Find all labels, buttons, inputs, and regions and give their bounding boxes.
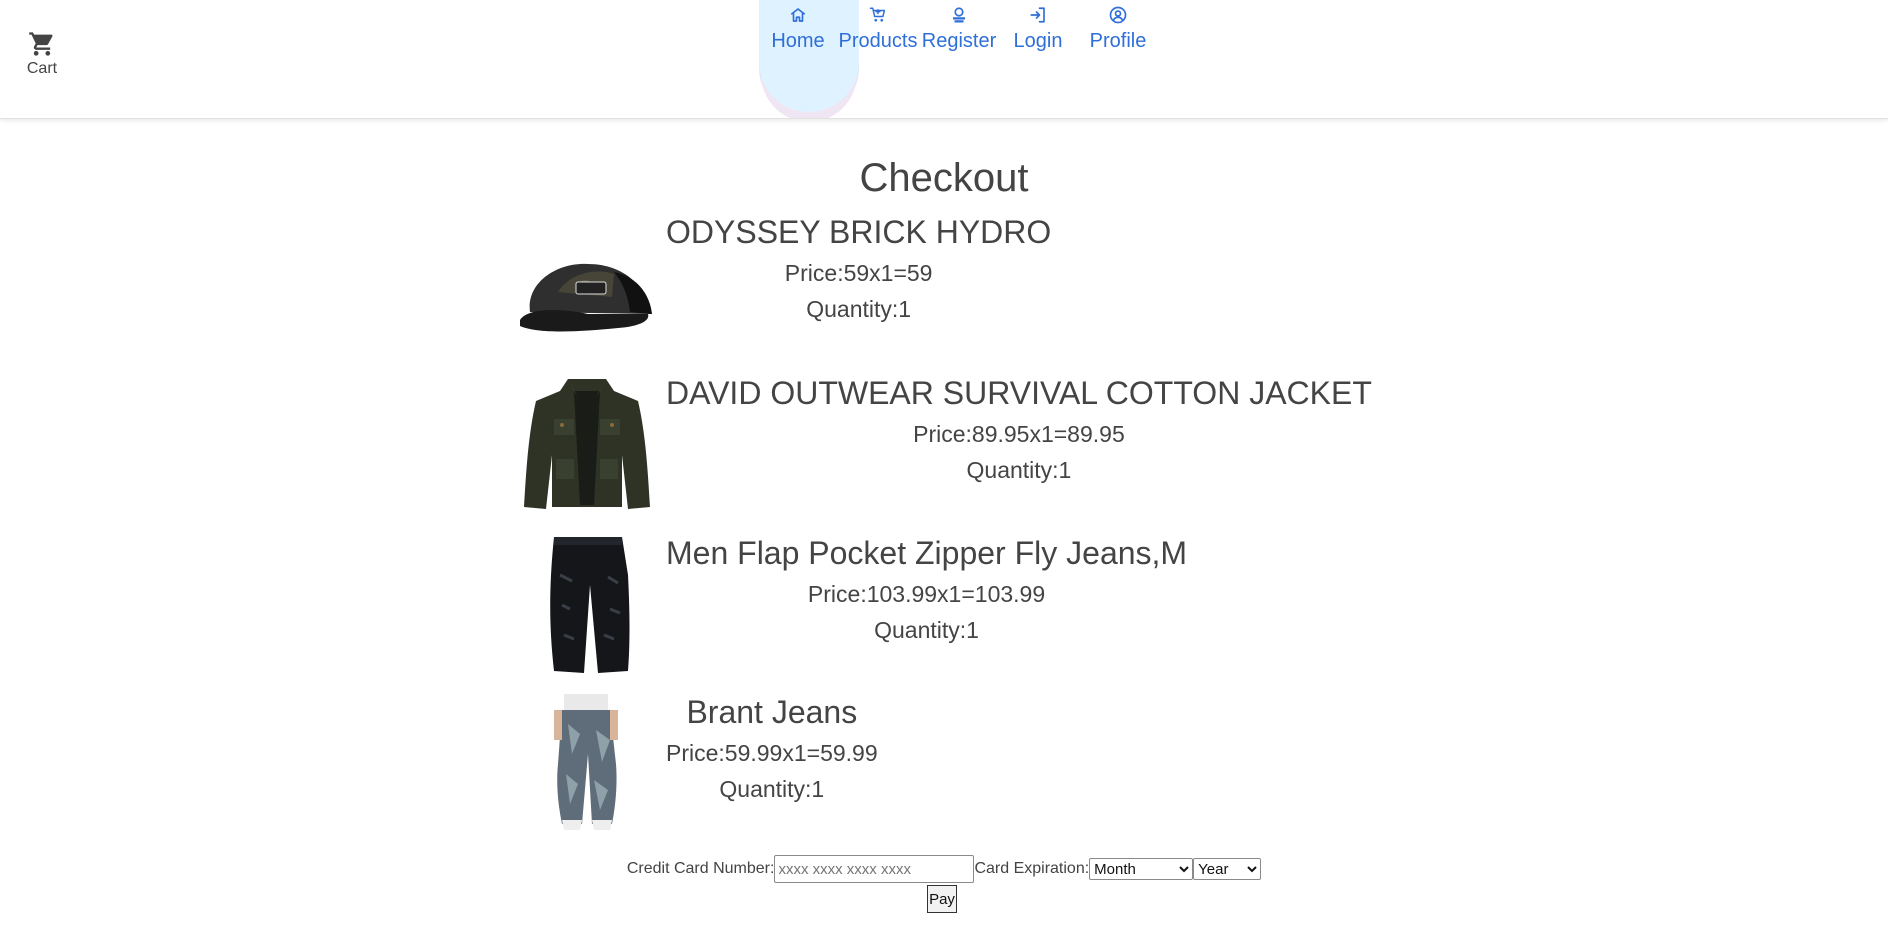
cart-link[interactable]: Cart — [20, 30, 64, 78]
cart-label: Cart — [26, 60, 58, 77]
nav-home[interactable]: Home — [753, 4, 843, 53]
product-image-black-jeans — [550, 537, 630, 673]
pay-button[interactable]: Pay — [927, 885, 957, 913]
nav-login[interactable]: Login — [993, 4, 1083, 53]
nav-register[interactable]: Register — [914, 4, 1004, 53]
nav-register-label: Register — [921, 30, 997, 52]
card-number-input[interactable] — [774, 855, 975, 883]
nav-profile[interactable]: Profile — [1073, 4, 1163, 53]
item-info: Men Flap Pocket Zipper Fly Jeans,M Price… — [666, 535, 1187, 644]
item-price: Price:59.99x1=59.99 — [666, 740, 878, 766]
login-icon — [1030, 7, 1045, 23]
item-name: DAVID OUTWEAR SURVIVAL COTTON JACKET — [666, 375, 1372, 411]
item-quantity: Quantity:1 — [719, 776, 825, 802]
register-icon — [953, 7, 965, 23]
item-info: DAVID OUTWEAR SURVIVAL COTTON JACKET Pri… — [666, 375, 1372, 484]
nav-profile-label: Profile — [1089, 30, 1147, 52]
item-quantity: Quantity:1 — [874, 617, 979, 643]
page-title: Checkout — [859, 156, 1029, 200]
item-price: Price:103.99x1=103.99 — [807, 581, 1046, 607]
product-image-blue-jeans — [554, 694, 618, 830]
expiration-year-select[interactable]: Year — [1193, 858, 1262, 880]
card-number-label: Credit Card Number: — [626, 860, 775, 878]
user-circle-icon — [1109, 6, 1127, 24]
product-image-jacket — [524, 379, 650, 509]
item-info: ODYSSEY BRICK HYDRO Price:59x1=59 Quanti… — [666, 214, 1051, 323]
card-expiration-label: Card Expiration: — [974, 860, 1090, 878]
nav-products-label: Products — [838, 30, 918, 52]
expiration-month-select[interactable]: Month — [1089, 858, 1194, 880]
item-info: Brant Jeans Price:59.99x1=59.99 Quantity… — [666, 694, 878, 803]
shopping-cart-icon — [29, 32, 53, 56]
nav-login-label: Login — [1013, 30, 1063, 52]
home-icon — [790, 8, 806, 22]
item-quantity: Quantity:1 — [966, 457, 1072, 483]
top-navigation-bar: Cart Home Products Register Login Profil… — [0, 0, 1888, 119]
nav-products[interactable]: Products — [833, 4, 923, 53]
item-name: Men Flap Pocket Zipper Fly Jeans,M — [666, 535, 1188, 571]
item-price: Price:59x1=59 — [784, 260, 933, 286]
item-quantity: Quantity:1 — [806, 296, 912, 322]
item-price: Price:89.95x1=89.95 — [913, 421, 1125, 447]
payment-form: Credit Card Number: Card Expiration:Month… — [0, 855, 1888, 883]
item-name: ODYSSEY BRICK HYDRO — [666, 214, 1052, 250]
product-image-cap — [520, 263, 652, 332]
nav-home-label: Home — [771, 30, 825, 52]
item-name: Brant Jeans — [686, 694, 858, 730]
cart-plus-icon — [869, 7, 886, 22]
